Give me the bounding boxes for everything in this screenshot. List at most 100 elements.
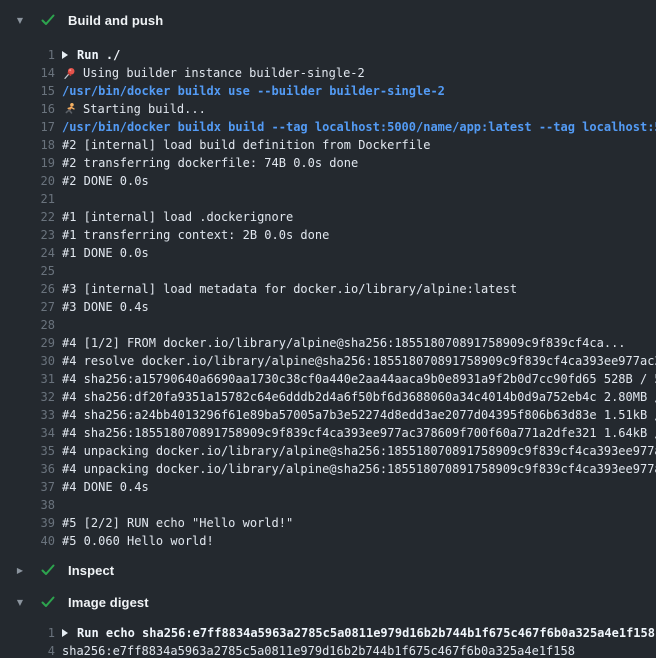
section-header-image-digest[interactable]: ▼Image digest bbox=[0, 590, 656, 614]
check-icon bbox=[40, 594, 56, 610]
line-number[interactable]: 1 bbox=[0, 48, 55, 62]
line-content: #4 unpacking docker.io/library/alpine@sh… bbox=[62, 444, 656, 458]
line-number[interactable]: 35 bbox=[0, 444, 55, 458]
line-text: #1 transferring context: 2B 0.0s done bbox=[62, 228, 329, 242]
log-line: 32 #4 sha256:df20fa9351a15782c64e6dddb2d4… bbox=[0, 388, 656, 406]
line-text: #4 sha256:a15790640a6690aa1730c38cf0a440… bbox=[62, 372, 656, 386]
line-number[interactable]: 16 bbox=[0, 102, 55, 116]
line-content: Using builder instance builder-single-2 bbox=[62, 66, 365, 81]
log-line: 26 #3 [internal] load metadata for docker… bbox=[0, 280, 656, 298]
line-text: #5 0.060 Hello world! bbox=[62, 534, 214, 548]
line-text: #5 [2/2] RUN echo "Hello world!" bbox=[62, 516, 293, 530]
line-content: #4 unpacking docker.io/library/alpine@sh… bbox=[62, 462, 656, 476]
line-text: #1 [internal] load .dockerignore bbox=[62, 210, 293, 224]
line-number[interactable]: 4 bbox=[0, 644, 55, 658]
section-header-build-and-push[interactable]: ▼Build and push bbox=[0, 8, 656, 32]
log-line: 30 #4 resolve docker.io/library/alpine@sh… bbox=[0, 352, 656, 370]
line-number[interactable]: 22 bbox=[0, 210, 55, 224]
log-line: 4 sha256:e7ff8834a5963a2785c5a0811e979d16… bbox=[0, 642, 656, 658]
line-number[interactable]: 21 bbox=[0, 192, 55, 206]
line-number[interactable]: 26 bbox=[0, 282, 55, 296]
line-text: #4 sha256:df20fa9351a15782c64e6dddb2d4a6… bbox=[62, 390, 656, 404]
line-content: #2 transferring dockerfile: 74B 0.0s don… bbox=[62, 156, 358, 170]
line-text: Starting build... bbox=[83, 102, 206, 116]
line-content: #3 [internal] load metadata for docker.i… bbox=[62, 282, 517, 296]
line-text: #4 resolve docker.io/library/alpine@sha2… bbox=[62, 354, 656, 368]
line-number[interactable]: 30 bbox=[0, 354, 55, 368]
line-content: #2 DONE 0.0s bbox=[62, 174, 149, 188]
log-line: 39 #5 [2/2] RUN echo "Hello world!" bbox=[0, 514, 656, 532]
line-number[interactable]: 27 bbox=[0, 300, 55, 314]
line-content: #2 [internal] load build definition from… bbox=[62, 138, 430, 152]
pushpin-icon bbox=[62, 66, 77, 81]
log-line: 22 #1 [internal] load .dockerignore bbox=[0, 208, 656, 226]
line-content: Run ./ bbox=[62, 48, 120, 62]
chevron-down-icon[interactable]: ▼ bbox=[14, 598, 26, 607]
log-line: 34 #4 sha256:185518070891758909c9f839cf4c… bbox=[0, 424, 656, 442]
log-line: 38 bbox=[0, 496, 656, 514]
line-content: /usr/bin/docker buildx build --tag local… bbox=[62, 120, 656, 134]
line-content: #1 DONE 0.0s bbox=[62, 246, 149, 260]
line-content: #4 [1/2] FROM docker.io/library/alpine@s… bbox=[62, 336, 626, 350]
line-number[interactable]: 14 bbox=[0, 66, 55, 80]
line-text: #1 DONE 0.0s bbox=[62, 246, 149, 260]
line-content: #4 sha256:df20fa9351a15782c64e6dddb2d4a6… bbox=[62, 390, 656, 404]
log-line: 35 #4 unpacking docker.io/library/alpine@… bbox=[0, 442, 656, 460]
line-number[interactable]: 31 bbox=[0, 372, 55, 386]
log-block: 1 Run ./ 14 Using builder instance builder-… bbox=[0, 32, 656, 554]
line-number[interactable]: 40 bbox=[0, 534, 55, 548]
runner-icon bbox=[62, 102, 77, 117]
line-text: #4 DONE 0.4s bbox=[62, 480, 149, 494]
line-number[interactable]: 36 bbox=[0, 462, 55, 476]
line-number[interactable]: 1 bbox=[0, 626, 55, 640]
log-line: 23 #1 transferring context: 2B 0.0s done bbox=[0, 226, 656, 244]
check-icon bbox=[40, 12, 56, 28]
line-number[interactable]: 25 bbox=[0, 264, 55, 278]
chevron-right-icon[interactable]: ▶ bbox=[14, 566, 26, 575]
line-number[interactable]: 33 bbox=[0, 408, 55, 422]
line-text: sha256:e7ff8834a5963a2785c5a0811e979d16b… bbox=[62, 644, 575, 658]
log-line: 19 #2 transferring dockerfile: 74B 0.0s d… bbox=[0, 154, 656, 172]
section-header-inspect[interactable]: ▶ Inspect bbox=[0, 558, 656, 582]
log-line: 17/usr/bin/docker buildx build --tag loc… bbox=[0, 118, 656, 136]
line-content: #5 [2/2] RUN echo "Hello world!" bbox=[62, 516, 293, 530]
log-line: 28 bbox=[0, 316, 656, 334]
log-line: 20 #2 DONE 0.0s bbox=[0, 172, 656, 190]
line-number[interactable]: 29 bbox=[0, 336, 55, 350]
log-line: 29 #4 [1/2] FROM docker.io/library/alpine… bbox=[0, 334, 656, 352]
line-number[interactable]: 37 bbox=[0, 480, 55, 494]
line-number[interactable]: 38 bbox=[0, 498, 55, 512]
line-text: #2 DONE 0.0s bbox=[62, 174, 149, 188]
line-number[interactable]: 28 bbox=[0, 318, 55, 332]
line-number[interactable]: 32 bbox=[0, 390, 55, 404]
log-line: 16 Starting build... bbox=[0, 100, 656, 118]
line-number[interactable]: 34 bbox=[0, 426, 55, 440]
line-text: Run ./ bbox=[77, 48, 120, 62]
log-line: 1 Run echo sha256:e7ff8834a5963a2785c5a08… bbox=[0, 624, 656, 642]
line-content: #4 sha256:185518070891758909c9f839cf4ca3… bbox=[62, 426, 656, 440]
line-number[interactable]: 24 bbox=[0, 246, 55, 260]
chevron-down-icon[interactable]: ▼ bbox=[14, 16, 26, 25]
line-text: /usr/bin/docker buildx use --builder bui… bbox=[62, 84, 445, 98]
line-text: #2 [internal] load build definition from… bbox=[62, 138, 430, 152]
line-number[interactable]: 17 bbox=[0, 120, 55, 134]
line-number[interactable]: 39 bbox=[0, 516, 55, 530]
line-text: #4 unpacking docker.io/library/alpine@sh… bbox=[62, 444, 656, 458]
log-sections: ▼Build and push1Run ./14Using builder in… bbox=[0, 0, 656, 658]
line-text: #4 sha256:185518070891758909c9f839cf4ca3… bbox=[62, 426, 656, 440]
log-line: 27#3 DONE 0.4s bbox=[0, 298, 656, 316]
line-text: #4 [1/2] FROM docker.io/library/alpine@s… bbox=[62, 336, 626, 350]
log-line: 15/usr/bin/docker buildx use --builder b… bbox=[0, 82, 656, 100]
log-line: 18 #2 [internal] load build definition fr… bbox=[0, 136, 656, 154]
log-section-inspect: ▶ Inspect bbox=[0, 558, 656, 582]
line-number[interactable]: 15 bbox=[0, 84, 55, 98]
section-label: Inspect bbox=[68, 563, 114, 578]
line-number[interactable]: 19 bbox=[0, 156, 55, 170]
line-content: Run echo sha256:e7ff8834a5963a2785c5a081… bbox=[62, 626, 655, 640]
expand-toggle-icon[interactable] bbox=[62, 51, 68, 59]
line-number[interactable]: 18 bbox=[0, 138, 55, 152]
expand-toggle-icon[interactable] bbox=[62, 629, 68, 637]
line-number[interactable]: 23 bbox=[0, 228, 55, 242]
log-line: 37 #4 DONE 0.4s bbox=[0, 478, 656, 496]
line-number[interactable]: 20 bbox=[0, 174, 55, 188]
